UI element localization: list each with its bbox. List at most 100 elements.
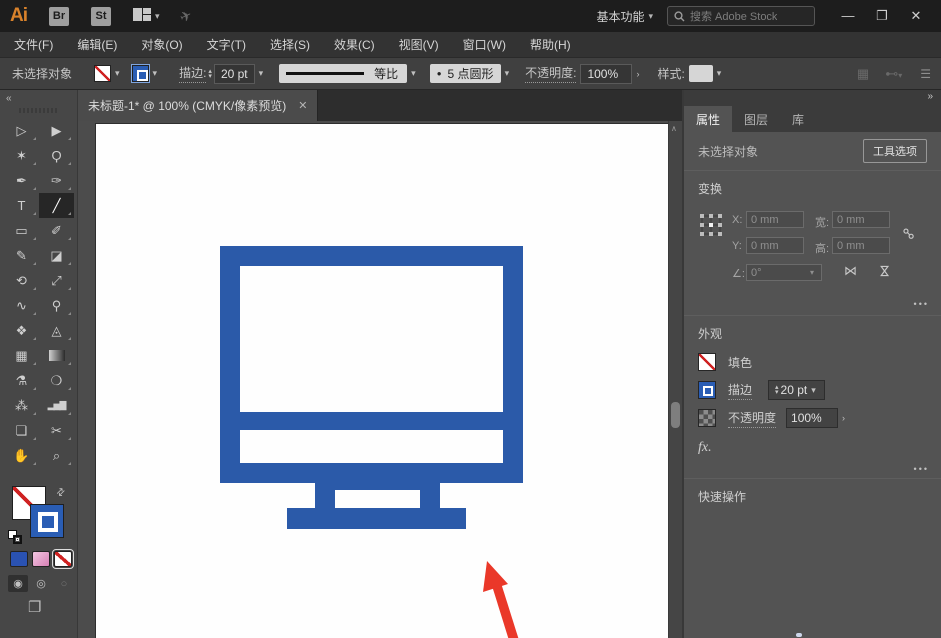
symbol-sprayer-tool[interactable]: ⁂ — [4, 393, 39, 418]
menu-item-object[interactable]: 对象(O) — [141, 36, 182, 53]
menu-item-view[interactable]: 视图(V) — [399, 36, 439, 53]
stroke-weight-stepper[interactable]: ▴▾ — [208, 69, 212, 79]
stock-button[interactable]: St — [91, 7, 111, 26]
lasso-tool[interactable]: Ϙ — [39, 143, 74, 168]
height-field[interactable]: 0 mm — [832, 237, 890, 254]
stroke-panel-link[interactable]: 描边: — [179, 64, 206, 83]
selection-tool[interactable]: ▷ — [4, 118, 39, 143]
pen-tool[interactable]: ✒ — [4, 168, 39, 193]
chevron-down-icon[interactable]: ▾ — [155, 11, 160, 22]
flip-vertical-icon[interactable]: ⋈ — [877, 265, 893, 278]
scroll-up-icon[interactable]: ∧ — [671, 124, 677, 133]
menu-item-select[interactable]: 选择(S) — [270, 36, 310, 53]
perspective-grid-tool[interactable]: ◬ — [39, 318, 74, 343]
none-button[interactable] — [54, 551, 72, 567]
swap-fill-stroke-icon[interactable]: ⇄ — [54, 486, 68, 500]
maximize-button[interactable]: ❐ — [865, 8, 899, 24]
color-button[interactable] — [10, 551, 28, 567]
opacity-value[interactable]: 100% — [786, 408, 838, 428]
draw-normal-mode-icon[interactable]: ◉ — [8, 575, 28, 592]
line-segment-tool[interactable]: ╱ — [39, 193, 74, 218]
panel-menu-icon[interactable]: ☰ — [920, 67, 931, 81]
shaper-tool[interactable]: ✎ — [4, 243, 39, 268]
slice-tool[interactable]: ✂ — [39, 418, 74, 443]
fill-label[interactable]: 填色 — [728, 354, 790, 371]
menu-item-file[interactable]: 文件(F) — [14, 36, 53, 53]
brush-definition-select[interactable]: ● 5 点圆形 — [430, 64, 501, 83]
stroke-color-swatch[interactable] — [132, 65, 149, 82]
gradient-tool[interactable] — [39, 343, 74, 368]
eraser-tool[interactable]: ◪ — [39, 243, 74, 268]
expand-panel-icon[interactable]: » — [927, 91, 933, 102]
minimize-button[interactable]: — — [831, 8, 865, 24]
hand-tool[interactable]: ✋ — [4, 443, 39, 468]
column-graph-tool[interactable]: ▂▅▇ — [39, 393, 74, 418]
fx-icon[interactable]: fx. — [684, 432, 941, 464]
y-field[interactable]: 0 mm — [746, 237, 804, 254]
close-button[interactable]: ✕ — [899, 8, 933, 24]
width-field[interactable]: 0 mm — [832, 211, 890, 228]
close-tab-icon[interactable]: ✕ — [298, 99, 307, 112]
menu-item-help[interactable]: 帮助(H) — [530, 36, 571, 53]
screen-mode-icon[interactable]: ❐ — [28, 598, 41, 616]
menu-item-window[interactable]: 窗口(W) — [463, 36, 506, 53]
chevron-down-icon[interactable]: ▾ — [255, 68, 268, 79]
x-field[interactable]: 0 mm — [746, 211, 804, 228]
arrange-documents-icon[interactable] — [133, 8, 151, 24]
type-tool[interactable]: T — [4, 193, 39, 218]
chevron-down-icon[interactable]: ▾ — [713, 68, 726, 79]
tab-properties[interactable]: 属性 — [684, 106, 732, 132]
curvature-tool[interactable]: ✑ — [39, 168, 74, 193]
reference-point-icon[interactable] — [699, 213, 723, 237]
shape-builder-tool[interactable]: ❖ — [4, 318, 39, 343]
tool-options-button[interactable]: 工具选项 — [863, 139, 927, 163]
flip-horizontal-icon[interactable]: ⋈ — [844, 263, 857, 279]
opacity-label[interactable]: 不透明度 — [728, 409, 776, 428]
rectangle-tool[interactable]: ▭ — [4, 218, 39, 243]
style-swatch[interactable] — [689, 65, 713, 82]
fill-color-swatch[interactable] — [94, 65, 111, 82]
magic-wand-tool[interactable]: ✶ — [4, 143, 39, 168]
mesh-tool[interactable]: ▦ — [4, 343, 39, 368]
chevron-right-icon[interactable]: › — [632, 69, 643, 79]
default-fill-stroke-icon[interactable] — [8, 530, 23, 545]
opacity-panel-link[interactable]: 不透明度: — [525, 64, 576, 83]
direct-selection-tool[interactable]: ▶ — [39, 118, 74, 143]
chevron-down-icon[interactable]: ▾ — [501, 68, 514, 79]
rotate-tool[interactable]: ⟲ — [4, 268, 39, 293]
chevron-down-icon[interactable]: ▾ — [149, 68, 162, 79]
bridge-button[interactable]: Br — [49, 7, 69, 26]
search-input[interactable]: 搜索 Adobe Stock — [667, 6, 815, 26]
stroke-weight-value[interactable]: 20 pt — [214, 64, 255, 84]
eyedropper-tool[interactable]: ⚗ — [4, 368, 39, 393]
fill-swatch[interactable] — [698, 353, 716, 371]
opacity-swatch-icon[interactable] — [698, 409, 716, 427]
stroke-weight-control[interactable]: ▴▾ 20 pt ▾ — [768, 380, 825, 400]
more-options-icon[interactable]: ••• — [914, 464, 929, 474]
draw-behind-mode-icon[interactable]: ◎ — [31, 575, 51, 592]
collapse-panel-icon[interactable]: « — [6, 93, 12, 104]
document-tab[interactable]: 未标题-1* @ 100% (CMYK/像素预览) ✕ — [78, 90, 318, 121]
artboard-tool[interactable]: ❏ — [4, 418, 39, 443]
panel-grip[interactable] — [19, 108, 59, 113]
scale-tool[interactable]: ⤢ — [39, 268, 74, 293]
canvas[interactable]: ∧ — [78, 121, 682, 638]
menu-item-type[interactable]: 文字(T) — [207, 36, 246, 53]
gradient-button[interactable] — [32, 551, 50, 567]
stroke-color-indicator[interactable] — [30, 504, 64, 538]
stroke-weight-stepper[interactable]: ▴▾ — [775, 385, 779, 395]
vertical-scrollbar[interactable]: ∧ — [668, 121, 682, 638]
puppet-warp-tool[interactable]: ⚲ — [39, 293, 74, 318]
paintbrush-tool[interactable]: ✐ — [39, 218, 74, 243]
tab-layers[interactable]: 图层 — [732, 106, 780, 132]
stroke-profile-select[interactable]: 等比 — [279, 64, 407, 83]
blend-tool[interactable]: ❍ — [39, 368, 74, 393]
chevron-down-icon[interactable]: ▾ — [407, 68, 420, 79]
chevron-down-icon[interactable]: ▾ — [810, 268, 814, 277]
scrollbar-thumb[interactable] — [671, 402, 680, 428]
workspace-switcher[interactable]: 基本功能 ▾ — [596, 8, 653, 25]
menu-item-edit[interactable]: 编辑(E) — [77, 36, 117, 53]
width-tool[interactable]: ∿ — [4, 293, 39, 318]
chevron-down-icon[interactable]: ▾ — [807, 385, 820, 396]
opacity-value[interactable]: 100% — [580, 64, 632, 84]
